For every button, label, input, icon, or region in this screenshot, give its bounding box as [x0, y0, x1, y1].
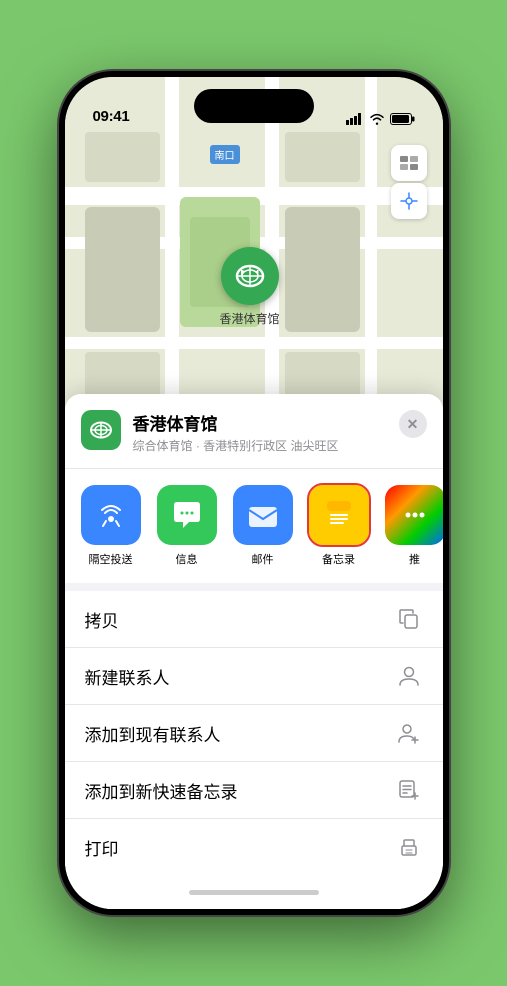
action-label-quick-notes: 添加到新快速备忘录: [85, 778, 238, 803]
location-button[interactable]: [391, 183, 427, 219]
pin-label: 香港体育馆: [220, 310, 280, 327]
map-controls: [391, 145, 427, 219]
action-list: 拷贝 新建联系人: [65, 591, 443, 875]
print-icon: [395, 833, 423, 861]
venue-info: 香港体育馆 综合体育馆 · 香港特别行政区 油尖旺区: [133, 410, 387, 454]
person-icon: [395, 662, 423, 690]
phone-screen: 09:41: [65, 77, 443, 909]
bottom-sheet: 香港体育馆 综合体育馆 · 香港特别行政区 油尖旺区 ✕: [65, 394, 443, 909]
venue-desc: 综合体育馆 · 香港特别行政区 油尖旺区: [133, 437, 387, 454]
share-label-airdrop: 隔空投送: [89, 551, 133, 567]
share-item-notes[interactable]: 备忘录: [305, 485, 373, 567]
battery-icon: [390, 113, 415, 125]
share-item-more[interactable]: 推: [381, 485, 443, 567]
action-label-print: 打印: [85, 835, 119, 860]
signal-icon: [346, 113, 364, 125]
map-type-button[interactable]: [391, 145, 427, 181]
dynamic-island: [194, 89, 314, 123]
action-row-copy[interactable]: 拷贝: [65, 591, 443, 648]
person-add-icon: [395, 719, 423, 747]
venue-pin: 香港体育馆: [220, 247, 280, 327]
close-button[interactable]: ✕: [399, 410, 427, 438]
pin-circle: [221, 247, 279, 305]
home-bar: [189, 890, 319, 895]
venue-header: 香港体育馆 综合体育馆 · 香港特别行政区 油尖旺区 ✕: [65, 394, 443, 469]
wifi-icon: [369, 113, 385, 125]
share-label-mail: 邮件: [252, 551, 274, 567]
notes-add-icon: [395, 776, 423, 804]
action-label-add-contact: 添加到现有联系人: [85, 721, 221, 746]
share-label-messages: 信息: [176, 551, 198, 567]
action-row-new-contact[interactable]: 新建联系人: [65, 648, 443, 705]
venue-icon: [81, 410, 121, 450]
action-label-new-contact: 新建联系人: [85, 664, 170, 689]
status-icons: [346, 113, 415, 125]
action-row-add-contact[interactable]: 添加到现有联系人: [65, 705, 443, 762]
action-row-print[interactable]: 打印: [65, 819, 443, 875]
venue-name: 香港体育馆: [133, 410, 387, 435]
copy-icon: [395, 605, 423, 633]
status-time: 09:41: [93, 108, 130, 125]
share-item-airdrop[interactable]: 隔空投送: [77, 485, 145, 567]
share-row: 隔空投送 信息: [65, 469, 443, 591]
phone-frame: 09:41: [59, 71, 449, 915]
share-item-mail[interactable]: 邮件: [229, 485, 297, 567]
action-row-quick-notes[interactable]: 添加到新快速备忘录: [65, 762, 443, 819]
share-label-notes: 备忘录: [322, 551, 355, 567]
share-label-more: 推: [409, 551, 420, 567]
action-label-copy: 拷贝: [85, 607, 119, 632]
map-label: 南口: [210, 145, 240, 164]
home-indicator: [65, 875, 443, 909]
share-item-messages[interactable]: 信息: [153, 485, 221, 567]
